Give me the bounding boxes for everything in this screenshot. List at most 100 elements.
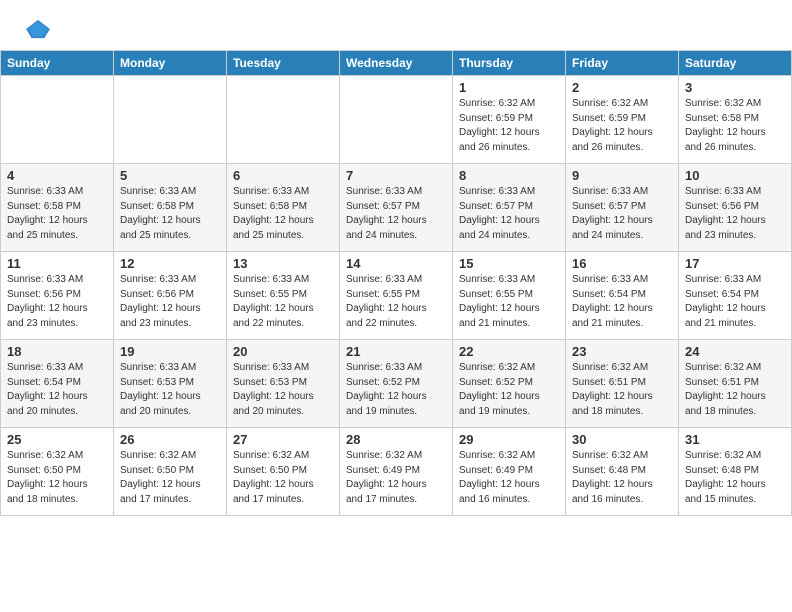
day-header-tuesday: Tuesday: [227, 51, 340, 76]
cell-info: Sunrise: 6:33 AMSunset: 6:57 PMDaylight:…: [572, 185, 672, 243]
calendar-cell: 28 Sunrise: 6:32 AMSunset: 6:49 PMDayligh…: [340, 428, 453, 516]
day-number: 26: [120, 432, 220, 447]
calendar-cell: 4Sunrise: 6:33 AMSunset: 6:58 PMDaylight…: [1, 164, 114, 252]
day-header-thursday: Thursday: [453, 51, 566, 76]
cell-info: Sunrise: 6:32 AMSunset: 6:50 PMDaylight:…: [7, 449, 107, 507]
cell-info: Sunrise: 6:33 AMSunset: 6:57 PMDaylight:…: [459, 185, 559, 243]
cell-info: Sunrise: 6:33 AMSunset: 6:55 PMDaylight:…: [233, 273, 333, 331]
week-row-4: 18 Sunrise: 6:33 AMSunset: 6:54 PMDayligh…: [1, 340, 792, 428]
day-number: 11: [7, 256, 107, 271]
calendar-cell: 22Sunrise: 6:32 AMSunset: 6:52 PMDayligh…: [453, 340, 566, 428]
cell-info: Sunrise: 6:33 AMSunset: 6:58 PMDaylight:…: [233, 185, 333, 243]
day-number: 8: [459, 168, 559, 183]
cell-info: Sunrise: 6:33 AMSunset: 6:53 PMDaylight:…: [120, 361, 220, 419]
calendar-cell: 14 Sunrise: 6:33 AMSunset: 6:55 PMDayligh…: [340, 252, 453, 340]
day-number: 29: [459, 432, 559, 447]
calendar-body: 1Sunrise: 6:32 AMSunset: 6:59 PMDaylight…: [1, 76, 792, 516]
day-number: 28: [346, 432, 446, 447]
cell-info: Sunrise: 6:32 AMSunset: 6:52 PMDaylight:…: [459, 361, 559, 419]
calendar-cell: [340, 76, 453, 164]
calendar-cell: 29 Sunrise: 6:32 AMSunset: 6:49 PMDayligh…: [453, 428, 566, 516]
calendar-table: SundayMondayTuesdayWednesdayThursdayFrid…: [0, 50, 792, 516]
calendar-cell: 5Sunrise: 6:33 AMSunset: 6:58 PMDaylight…: [114, 164, 227, 252]
calendar-cell: [1, 76, 114, 164]
cell-info: Sunrise: 6:33 AMSunset: 6:56 PMDaylight:…: [685, 185, 785, 243]
cell-info: Sunrise: 6:32 AMSunset: 6:49 PMDaylight:…: [346, 449, 446, 507]
day-number: 19: [120, 344, 220, 359]
calendar-cell: 9 Sunrise: 6:33 AMSunset: 6:57 PMDaylight…: [566, 164, 679, 252]
calendar-cell: 24 Sunrise: 6:32 AMSunset: 6:51 PMDayligh…: [679, 340, 792, 428]
cell-info: Sunrise: 6:33 AMSunset: 6:55 PMDaylight:…: [459, 273, 559, 331]
calendar-cell: 6 Sunrise: 6:33 AMSunset: 6:58 PMDaylight…: [227, 164, 340, 252]
calendar-cell: 13 Sunrise: 6:33 AMSunset: 6:55 PMDayligh…: [227, 252, 340, 340]
cell-info: Sunrise: 6:33 AMSunset: 6:53 PMDaylight:…: [233, 361, 333, 419]
day-number: 24: [685, 344, 785, 359]
day-number: 6: [233, 168, 333, 183]
cell-info: Sunrise: 6:33 AMSunset: 6:56 PMDaylight:…: [7, 273, 107, 331]
day-header-wednesday: Wednesday: [340, 51, 453, 76]
calendar-cell: 10Sunrise: 6:33 AMSunset: 6:56 PMDayligh…: [679, 164, 792, 252]
day-number: 23: [572, 344, 672, 359]
day-number: 16: [572, 256, 672, 271]
day-header-friday: Friday: [566, 51, 679, 76]
cell-info: Sunrise: 6:32 AMSunset: 6:48 PMDaylight:…: [685, 449, 785, 507]
calendar-cell: 11 Sunrise: 6:33 AMSunset: 6:56 PMDayligh…: [1, 252, 114, 340]
day-number: 18: [7, 344, 107, 359]
calendar-cell: 18 Sunrise: 6:33 AMSunset: 6:54 PMDayligh…: [1, 340, 114, 428]
day-number: 15: [459, 256, 559, 271]
day-header-sunday: Sunday: [1, 51, 114, 76]
calendar-header: SundayMondayTuesdayWednesdayThursdayFrid…: [1, 51, 792, 76]
cell-info: Sunrise: 6:33 AMSunset: 6:54 PMDaylight:…: [572, 273, 672, 331]
cell-info: Sunrise: 6:32 AMSunset: 6:51 PMDaylight:…: [685, 361, 785, 419]
day-number: 2: [572, 80, 672, 95]
day-number: 20: [233, 344, 333, 359]
cell-info: Sunrise: 6:33 AMSunset: 6:57 PMDaylight:…: [346, 185, 446, 243]
day-header-monday: Monday: [114, 51, 227, 76]
calendar-cell: 3Sunrise: 6:32 AMSunset: 6:58 PMDaylight…: [679, 76, 792, 164]
cell-info: Sunrise: 6:32 AMSunset: 6:59 PMDaylight:…: [459, 97, 559, 155]
cell-info: Sunrise: 6:33 AMSunset: 6:54 PMDaylight:…: [685, 273, 785, 331]
day-number: 30: [572, 432, 672, 447]
calendar-cell: 23 Sunrise: 6:32 AMSunset: 6:51 PMDayligh…: [566, 340, 679, 428]
cell-info: Sunrise: 6:33 AMSunset: 6:58 PMDaylight:…: [120, 185, 220, 243]
calendar-cell: 15 Sunrise: 6:33 AMSunset: 6:55 PMDayligh…: [453, 252, 566, 340]
calendar-cell: 20 Sunrise: 6:33 AMSunset: 6:53 PMDayligh…: [227, 340, 340, 428]
day-header-saturday: Saturday: [679, 51, 792, 76]
cell-info: Sunrise: 6:33 AMSunset: 6:52 PMDaylight:…: [346, 361, 446, 419]
cell-info: Sunrise: 6:32 AMSunset: 6:50 PMDaylight:…: [233, 449, 333, 507]
cell-info: Sunrise: 6:32 AMSunset: 6:49 PMDaylight:…: [459, 449, 559, 507]
day-number: 25: [7, 432, 107, 447]
calendar-cell: 27Sunrise: 6:32 AMSunset: 6:50 PMDayligh…: [227, 428, 340, 516]
cell-info: Sunrise: 6:32 AMSunset: 6:51 PMDaylight:…: [572, 361, 672, 419]
week-row-3: 11 Sunrise: 6:33 AMSunset: 6:56 PMDayligh…: [1, 252, 792, 340]
calendar-cell: [227, 76, 340, 164]
day-number: 12: [120, 256, 220, 271]
calendar-cell: 31Sunrise: 6:32 AMSunset: 6:48 PMDayligh…: [679, 428, 792, 516]
day-number: 13: [233, 256, 333, 271]
days-of-week-row: SundayMondayTuesdayWednesdayThursdayFrid…: [1, 51, 792, 76]
day-number: 14: [346, 256, 446, 271]
page-header: [0, 0, 792, 50]
calendar-cell: 25 Sunrise: 6:32 AMSunset: 6:50 PMDayligh…: [1, 428, 114, 516]
day-number: 7: [346, 168, 446, 183]
day-number: 3: [685, 80, 785, 95]
calendar-cell: 17 Sunrise: 6:33 AMSunset: 6:54 PMDayligh…: [679, 252, 792, 340]
cell-info: Sunrise: 6:32 AMSunset: 6:48 PMDaylight:…: [572, 449, 672, 507]
calendar-cell: 21Sunrise: 6:33 AMSunset: 6:52 PMDayligh…: [340, 340, 453, 428]
calendar-cell: 26 Sunrise: 6:32 AMSunset: 6:50 PMDayligh…: [114, 428, 227, 516]
day-number: 17: [685, 256, 785, 271]
cell-info: Sunrise: 6:33 AMSunset: 6:54 PMDaylight:…: [7, 361, 107, 419]
calendar-cell: 19 Sunrise: 6:33 AMSunset: 6:53 PMDayligh…: [114, 340, 227, 428]
calendar-cell: 16 Sunrise: 6:33 AMSunset: 6:54 PMDayligh…: [566, 252, 679, 340]
calendar-cell: 1Sunrise: 6:32 AMSunset: 6:59 PMDaylight…: [453, 76, 566, 164]
calendar-cell: [114, 76, 227, 164]
cell-info: Sunrise: 6:32 AMSunset: 6:59 PMDaylight:…: [572, 97, 672, 155]
cell-info: Sunrise: 6:33 AMSunset: 6:56 PMDaylight:…: [120, 273, 220, 331]
calendar-cell: 2 Sunrise: 6:32 AMSunset: 6:59 PMDaylight…: [566, 76, 679, 164]
week-row-1: 1Sunrise: 6:32 AMSunset: 6:59 PMDaylight…: [1, 76, 792, 164]
cell-info: Sunrise: 6:32 AMSunset: 6:50 PMDaylight:…: [120, 449, 220, 507]
logo: [24, 18, 56, 40]
cell-info: Sunrise: 6:33 AMSunset: 6:55 PMDaylight:…: [346, 273, 446, 331]
day-number: 4: [7, 168, 107, 183]
day-number: 9: [572, 168, 672, 183]
